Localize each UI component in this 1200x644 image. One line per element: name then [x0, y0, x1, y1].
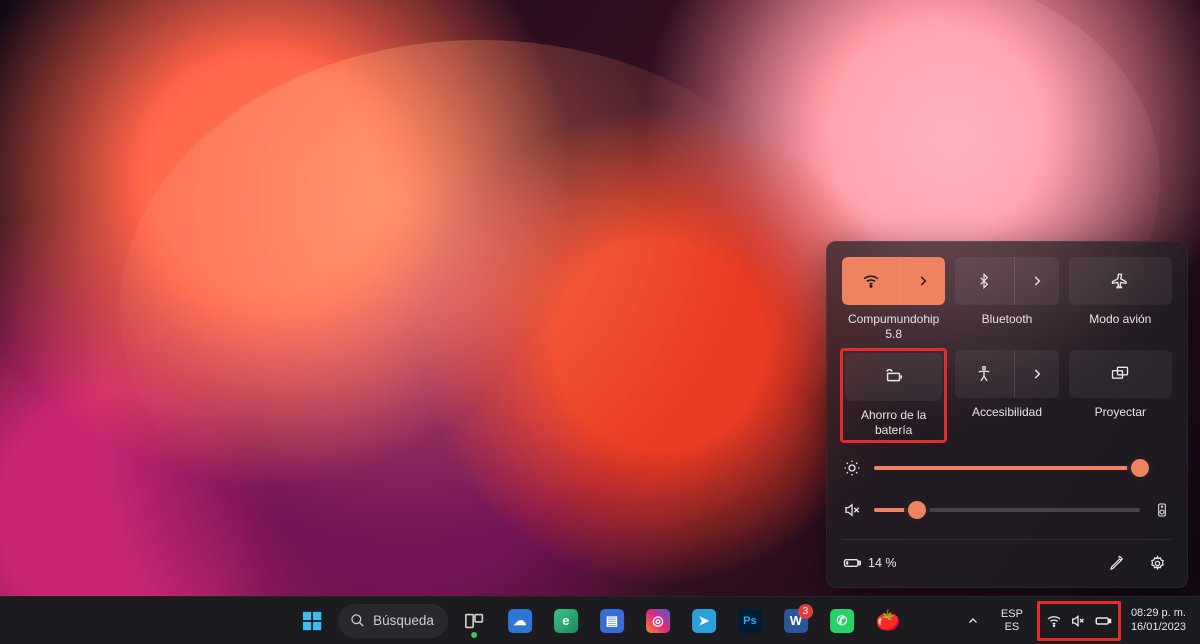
- clock-time: 08:29 p. m.: [1131, 607, 1186, 621]
- app-photoshop[interactable]: Ps: [730, 601, 770, 641]
- windows-logo-icon: [300, 609, 324, 633]
- tile-wifi-label: Compumundohip 5.8: [842, 309, 945, 342]
- app-calculator[interactable]: ▤: [592, 601, 632, 641]
- tile-bluetooth-label: Bluetooth: [955, 309, 1058, 339]
- taskbar-search-label: Búsqueda: [373, 613, 434, 628]
- clock-date: 16/01/2023: [1131, 621, 1186, 635]
- quick-settings-tiles: Compumundohip 5.8 Bluetooth: [842, 257, 1172, 441]
- brightness-slider-row: [842, 459, 1172, 477]
- tile-airplane-wrap: Modo avión: [1069, 257, 1172, 342]
- tile-wifi-toggle[interactable]: [842, 257, 901, 305]
- tile-project[interactable]: [1069, 350, 1172, 398]
- quick-settings-sliders: [842, 459, 1172, 519]
- search-icon: [350, 613, 365, 628]
- volume-slider[interactable]: [874, 508, 1140, 512]
- tile-battery-saver-wrap: Ahorro de la batería: [840, 348, 947, 443]
- chevron-right-icon: [1030, 274, 1044, 288]
- tile-accessibility-expand[interactable]: [1015, 350, 1059, 398]
- chevron-right-icon: [916, 274, 930, 288]
- brightness-slider[interactable]: [874, 466, 1140, 470]
- tile-airplane[interactable]: [1069, 257, 1172, 305]
- battery-percent-text: 14 %: [868, 556, 897, 570]
- volume-muted-icon[interactable]: [842, 501, 862, 519]
- brightness-icon: [842, 459, 862, 477]
- battery-icon[interactable]: 14 %: [842, 553, 897, 573]
- tile-project-wrap: Proyectar: [1069, 350, 1172, 441]
- project-icon: [1110, 364, 1130, 384]
- battery-tray-icon: [1094, 612, 1112, 630]
- taskbar-search[interactable]: Búsqueda: [338, 604, 448, 638]
- bluetooth-icon: [976, 273, 992, 289]
- wifi-icon: [862, 272, 880, 290]
- taskbar-center: Búsqueda ☁ e ▤ ◎ ➤ Ps W 3 ✆ 🍅: [292, 601, 908, 641]
- tile-accessibility-label: Accesibilidad: [955, 402, 1058, 432]
- tile-project-label: Proyectar: [1069, 402, 1172, 432]
- task-view-button[interactable]: [454, 601, 494, 641]
- tile-bluetooth[interactable]: [955, 257, 1058, 305]
- tile-wifi[interactable]: [842, 257, 945, 305]
- edit-quick-settings-button[interactable]: [1102, 548, 1132, 578]
- airplane-icon: [1111, 272, 1129, 290]
- quick-settings-panel: Compumundohip 5.8 Bluetooth: [826, 241, 1188, 588]
- tile-battery-saver[interactable]: [845, 353, 942, 401]
- battery-saver-icon: [883, 366, 905, 388]
- volume-tray-icon: [1070, 613, 1086, 629]
- taskbar-right: ESP ES 08:29 p. m. 16/01/2023: [959, 597, 1200, 644]
- app-pomodoro[interactable]: 🍅: [868, 601, 908, 641]
- chevron-right-icon: [1030, 367, 1044, 381]
- language-switcher[interactable]: ESP ES: [993, 601, 1031, 641]
- audio-output-icon[interactable]: [1152, 502, 1172, 518]
- tile-bluetooth-expand[interactable]: [1015, 257, 1059, 305]
- system-tray-network-volume-battery[interactable]: [1037, 601, 1121, 641]
- tray-overflow-button[interactable]: [959, 601, 987, 641]
- app-whatsapp[interactable]: ✆: [822, 601, 862, 641]
- tile-bluetooth-toggle[interactable]: [955, 257, 1014, 305]
- app-telegram[interactable]: ➤: [684, 601, 724, 641]
- tile-wifi-expand[interactable]: [901, 257, 945, 305]
- tile-battery-saver-label: Ahorro de la batería: [845, 405, 942, 438]
- tile-airplane-label: Modo avión: [1069, 309, 1172, 339]
- tile-bluetooth-wrap: Bluetooth: [955, 257, 1058, 342]
- lang-bottom: ES: [1005, 621, 1020, 634]
- app-word[interactable]: W 3: [776, 601, 816, 641]
- all-settings-button[interactable]: [1142, 548, 1172, 578]
- app-instagram[interactable]: ◎: [638, 601, 678, 641]
- taskbar: Búsqueda ☁ e ▤ ◎ ➤ Ps W 3 ✆ 🍅 ESP ES: [0, 596, 1200, 644]
- app-edge[interactable]: e: [546, 601, 586, 641]
- tile-accessibility[interactable]: [955, 350, 1058, 398]
- wifi-tray-icon: [1046, 613, 1062, 629]
- task-view-icon: [462, 609, 486, 633]
- tile-accessibility-toggle[interactable]: [955, 350, 1014, 398]
- app-onedrive[interactable]: ☁: [500, 601, 540, 641]
- quick-settings-footer: 14 %: [842, 539, 1172, 578]
- tile-wifi-wrap: Compumundohip 5.8: [842, 257, 945, 342]
- tile-accessibility-wrap: Accesibilidad: [955, 350, 1058, 441]
- start-button[interactable]: [292, 601, 332, 641]
- lang-top: ESP: [1001, 608, 1023, 621]
- volume-slider-row: [842, 501, 1172, 519]
- taskbar-clock[interactable]: 08:29 p. m. 16/01/2023: [1127, 601, 1190, 641]
- app-word-badge: 3: [798, 604, 813, 619]
- accessibility-icon: [975, 365, 993, 383]
